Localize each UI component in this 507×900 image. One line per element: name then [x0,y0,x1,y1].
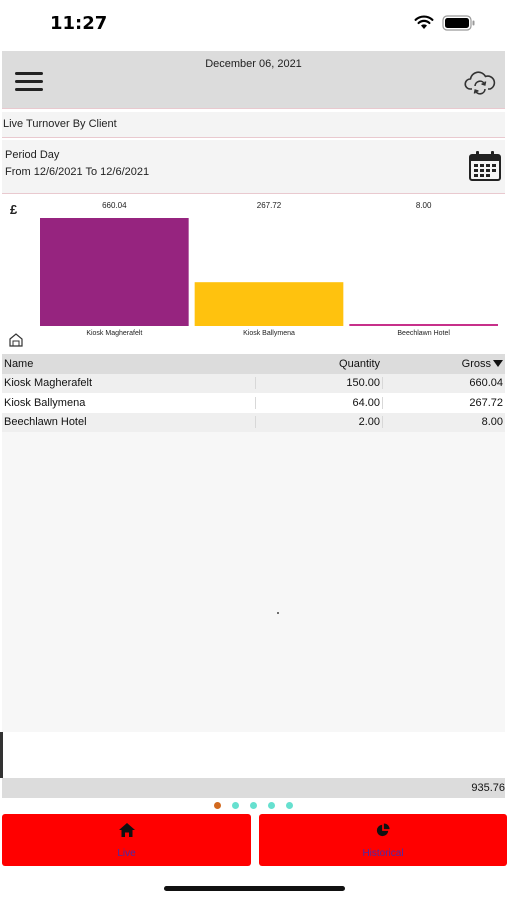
bar-value-label: 267.72 [257,201,282,210]
total-gross: 935.76 [2,778,505,798]
row-gross: 267.72 [382,396,505,409]
bar-0[interactable] [40,218,189,326]
historical-tab-label: Historical [362,848,404,859]
row-quantity: 150.00 [255,377,382,390]
sort-descending-icon [493,360,503,368]
cloud-sync-icon[interactable] [464,69,496,95]
live-tab-label: Live [117,848,136,859]
calendar-icon[interactable] [468,150,502,182]
header-date: December 06, 2021 [205,58,302,70]
home-icon [118,823,135,837]
table-header: Name Quantity Gross [2,354,505,374]
dot-marker [277,612,279,614]
column-header-quantity[interactable]: Quantity [255,358,382,370]
bar-value-label: 660.04 [102,201,127,210]
period-range: From 12/6/2021 To 12/6/2021 [5,166,150,178]
hamburger-menu-icon[interactable] [15,72,43,92]
row-name: Beechlawn Hotel [4,416,87,429]
empty-content-area [2,432,505,732]
column-header-name[interactable]: Name [2,358,255,370]
page-dot[interactable] [232,802,239,809]
turnover-chart: £ 660.04 Kiosk Magherafelt 267.72 Kiosk Bal… [2,196,505,354]
bar-category-label: Kiosk Ballymena [243,330,295,337]
row-gross: 8.00 [382,416,505,429]
battery-icon [442,15,475,31]
client-table: Name Quantity Gross Kiosk Magherafelt 15… [2,354,505,432]
historical-tab-button[interactable]: Historical [259,814,507,866]
bar-1[interactable] [194,282,344,326]
status-time: 11:27 [50,13,108,34]
app-header: December 06, 2021 [2,51,505,109]
page-dot[interactable] [250,802,257,809]
wifi-icon [414,15,434,29]
row-name: Kiosk Ballymena [4,396,86,409]
column-header-gross[interactable]: Gross [382,358,505,370]
row-gross: 660.04 [382,377,505,390]
report-title: Live Turnover By Client [2,112,505,138]
period-panel: Period Day From 12/6/2021 To 12/6/2021 [2,140,505,194]
page-dot[interactable] [268,802,275,809]
edge-divider [0,732,3,778]
table-row[interactable]: Kiosk Ballymena 64.00 267.72 [2,393,505,413]
home-indicator [164,886,345,891]
table-row[interactable]: Beechlawn Hotel 2.00 8.00 [2,412,505,432]
page-dot[interactable] [214,802,221,809]
pie-chart-icon [376,823,390,837]
bar-category-label: Kiosk Magherafelt [86,330,142,337]
bar-value-label: 8.00 [416,201,432,210]
gross-header-label: Gross [461,357,491,370]
page-indicator[interactable] [0,800,507,810]
period-label: Period Day [5,149,60,161]
bar-chart: 660.04 Kiosk Magherafelt 267.72 Kiosk Bally… [40,201,498,337]
table-row[interactable]: Kiosk Magherafelt 150.00 660.04 [2,373,505,393]
live-tab-button[interactable]: Live [2,814,251,866]
status-bar: 11:27 [0,0,507,48]
row-name: Kiosk Magherafelt [4,377,93,390]
row-quantity: 64.00 [255,396,382,409]
bar-2[interactable] [349,324,498,326]
house-icon[interactable] [8,332,24,348]
row-quantity: 2.00 [255,416,382,429]
page-dot[interactable] [286,802,293,809]
bar-category-label: Beechlawn Hotel [397,330,450,337]
